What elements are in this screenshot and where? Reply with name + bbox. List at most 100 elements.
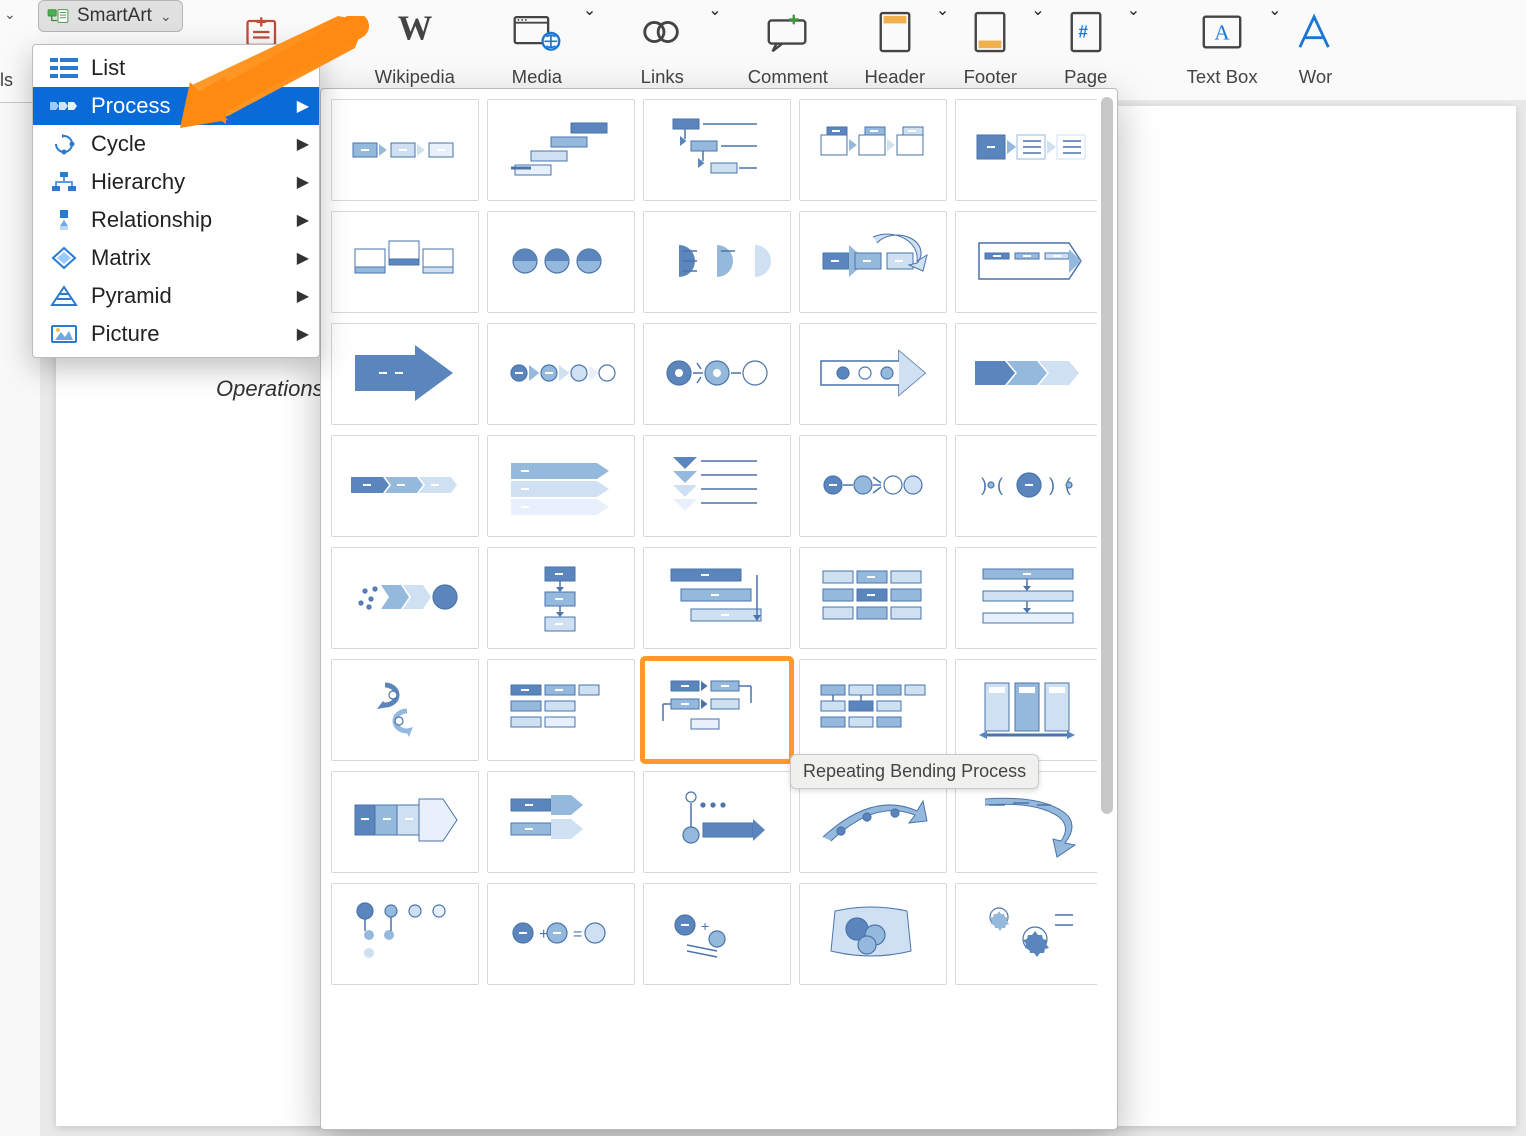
gallery-tile[interactable] — [487, 547, 635, 649]
smartart-menu-item-list[interactable]: List ▶ — [33, 49, 319, 87]
svg-text:#: # — [1078, 23, 1088, 42]
process-icon — [49, 93, 79, 119]
chevron-down-icon[interactable]: ⌄ — [1031, 0, 1044, 20]
smartart-menu: List ▶ Process ▶ Cycle ▶ Hierarchy ▶ — [32, 44, 320, 358]
gallery-tile[interactable] — [955, 883, 1097, 985]
svg-text:): ) — [981, 475, 987, 495]
scrollbar-thumb[interactable] — [1101, 97, 1113, 814]
smartart-menu-item-cycle[interactable]: Cycle ▶ — [33, 125, 319, 163]
menu-item-label: Process — [91, 93, 170, 119]
menu-item-label: Hierarchy — [91, 169, 185, 195]
menu-item-label: List — [91, 55, 125, 81]
smartart-menu-item-hierarchy[interactable]: Hierarchy ▶ — [33, 163, 319, 201]
gallery-tile[interactable] — [799, 99, 947, 201]
smartart-icon — [47, 7, 69, 25]
gallery-tile[interactable] — [799, 547, 947, 649]
gallery-tile[interactable] — [955, 659, 1097, 761]
gallery-tile[interactable] — [955, 547, 1097, 649]
gallery-tile[interactable] — [799, 659, 947, 761]
gallery-tile[interactable] — [955, 99, 1097, 201]
ribbon-item-label: Page — [1064, 66, 1107, 88]
hierarchy-icon — [49, 169, 79, 195]
smartart-menu-item-pyramid[interactable]: Pyramid ▶ — [33, 277, 319, 315]
wordart-icon — [1297, 10, 1335, 54]
gallery-tile[interactable] — [487, 659, 635, 761]
gallery-tile[interactable]: += — [487, 883, 635, 985]
chevron-down-icon[interactable]: ⌄ — [1268, 0, 1281, 20]
gallery-tile[interactable] — [331, 547, 479, 649]
menu-item-label: Cycle — [91, 131, 146, 157]
submenu-arrow-icon: ▶ — [297, 210, 309, 230]
gallery-tile[interactable] — [643, 211, 791, 313]
gallery-tile[interactable] — [643, 99, 791, 201]
gallery-tile[interactable] — [487, 771, 635, 873]
ribbon-item-wordart[interactable]: Wor — [1282, 0, 1350, 88]
ribbon-item-textbox[interactable]: A Text Box — [1176, 0, 1268, 88]
gallery-tile[interactable] — [487, 211, 635, 313]
ribbon-item-wikipedia[interactable]: W Wikipedia — [369, 0, 461, 88]
picture-icon — [49, 321, 79, 347]
gallery-grid: )()(+=+ — [327, 99, 1093, 985]
ribbon-item-links[interactable]: Links — [616, 0, 708, 88]
svg-text:(: ( — [997, 475, 1003, 495]
chevron-down-icon[interactable]: ⌄ — [708, 0, 721, 20]
menu-item-label: Relationship — [91, 207, 212, 233]
gallery-tile[interactable] — [331, 99, 479, 201]
gallery-tile[interactable] — [643, 435, 791, 537]
gallery-tile[interactable] — [331, 659, 479, 761]
textbox-icon: A — [1199, 10, 1245, 54]
smartart-menu-item-process[interactable]: Process ▶ — [33, 87, 319, 125]
ribbon-item-label: Text Box — [1187, 66, 1258, 88]
gallery-tile[interactable] — [955, 211, 1097, 313]
gallery-tile[interactable] — [643, 771, 791, 873]
cycle-icon — [49, 131, 79, 157]
gallery-tile[interactable] — [487, 99, 635, 201]
menu-item-label: Picture — [91, 321, 159, 347]
ribbon-item-page[interactable]: # Page — [1045, 0, 1127, 88]
smartart-button[interactable]: SmartArt ⌄ — [38, 0, 183, 32]
ribbon-item-label: Wikipedia — [375, 66, 455, 88]
ribbon-item-label: Media — [512, 66, 562, 88]
gallery-tile[interactable] — [331, 323, 479, 425]
gallery-tile[interactable] — [955, 323, 1097, 425]
gallery-tile[interactable] — [643, 323, 791, 425]
gallery-tile[interactable] — [487, 323, 635, 425]
gallery-tile[interactable] — [643, 659, 791, 761]
smartart-menu-item-relationship[interactable]: Relationship ▶ — [33, 201, 319, 239]
chevron-down-icon[interactable]: ⌄ — [936, 0, 949, 20]
submenu-arrow-icon: ▶ — [297, 172, 309, 192]
ribbon-item-footer[interactable]: Footer — [949, 0, 1031, 88]
gallery-tooltip: Repeating Bending Process — [790, 754, 1039, 789]
gallery-tile[interactable]: + — [643, 883, 791, 985]
menu-item-label: Pyramid — [91, 283, 172, 309]
gallery-tile[interactable] — [331, 771, 479, 873]
ribbon-item-header[interactable]: Header — [854, 0, 936, 88]
ribbon-item-label: Wor — [1299, 66, 1333, 88]
svg-text:=: = — [573, 926, 582, 943]
ribbon-left-truncated-label: ls — [0, 70, 13, 91]
comment-icon — [763, 8, 813, 56]
ribbon-item-media[interactable]: Media — [491, 0, 583, 88]
gallery-scroll[interactable]: )()(+=+ — [327, 99, 1097, 1119]
gallery-tile[interactable] — [643, 547, 791, 649]
ribbon-item-label: Comment — [748, 66, 828, 88]
gallery-tile[interactable] — [331, 211, 479, 313]
smartart-menu-item-matrix[interactable]: Matrix ▶ — [33, 239, 319, 277]
relationship-icon — [49, 207, 79, 233]
gallery-tile[interactable]: )()( — [955, 435, 1097, 537]
ribbon-leading-dropdown[interactable]: ⌄ — [4, 6, 16, 23]
gallery-tile[interactable] — [799, 323, 947, 425]
smartart-button-label: SmartArt — [77, 5, 152, 27]
chevron-down-icon[interactable]: ⌄ — [1127, 0, 1140, 20]
gallery-tile[interactable] — [331, 883, 479, 985]
gallery-scrollbar[interactable] — [1101, 97, 1113, 1121]
gallery-tile[interactable] — [487, 435, 635, 537]
gallery-tile[interactable] — [799, 883, 947, 985]
gallery-tile[interactable] — [799, 211, 947, 313]
gallery-tile[interactable] — [331, 435, 479, 537]
ribbon-item-comment[interactable]: Comment — [742, 0, 834, 88]
gallery-tile[interactable] — [799, 435, 947, 537]
svg-text:): ) — [1049, 475, 1055, 495]
chevron-down-icon[interactable]: ⌄ — [583, 0, 596, 20]
smartart-menu-item-picture[interactable]: Picture ▶ — [33, 315, 319, 353]
